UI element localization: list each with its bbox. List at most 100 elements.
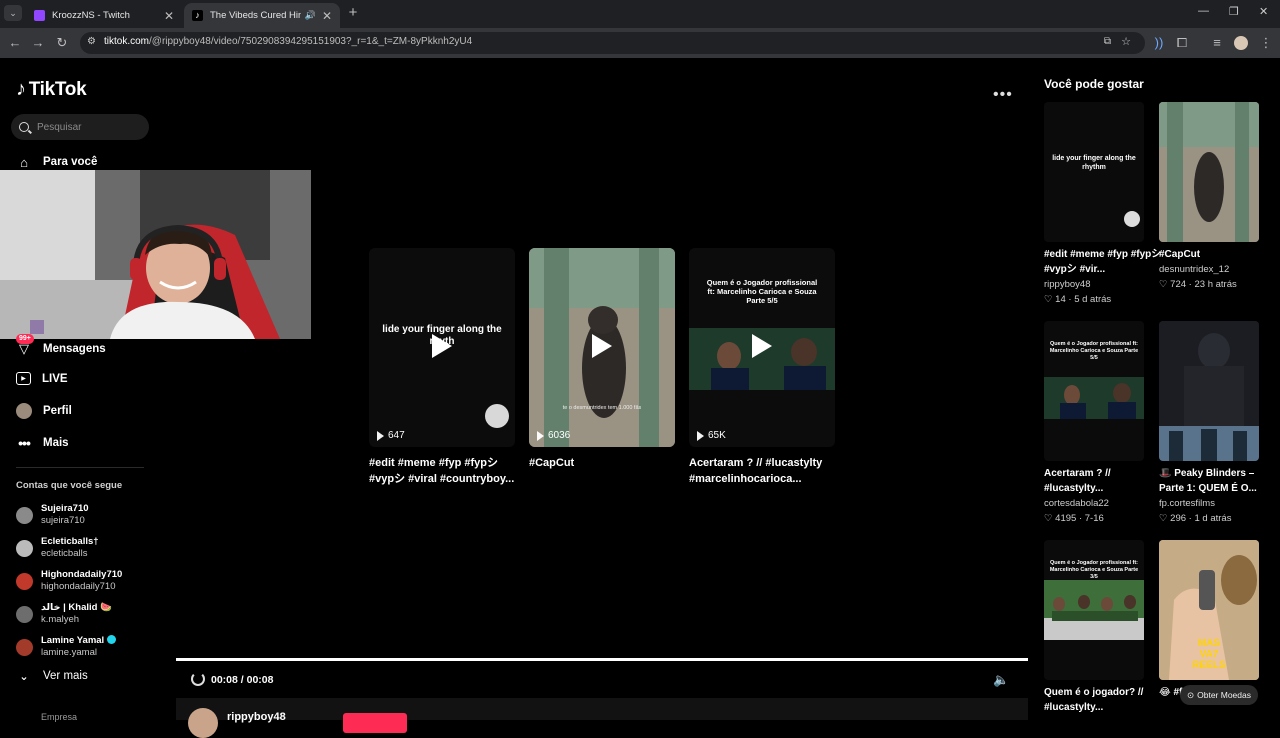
recommended-author: desnuntridex_12 bbox=[1159, 264, 1230, 275]
account-name: خالد | Khalid 🍉 bbox=[41, 602, 112, 613]
recommended-author: fp.cortesfilms bbox=[1159, 498, 1215, 509]
close-window-icon[interactable]: ✕ bbox=[1259, 5, 1268, 18]
video-caption[interactable]: #CapCut bbox=[529, 455, 679, 471]
heart-icon: ♡ bbox=[1044, 294, 1053, 305]
search-placeholder: Pesquisar bbox=[37, 121, 82, 133]
webcam-overlay bbox=[0, 170, 311, 339]
recommended-caption: Quem é o jogador? // #lucastylty... bbox=[1044, 687, 1144, 713]
browser-tab-twitch[interactable]: KroozzNS - Twitch ✕ bbox=[26, 3, 182, 28]
minimize-icon[interactable]: — bbox=[1198, 5, 1209, 17]
twitch-favicon-icon bbox=[34, 10, 45, 21]
install-app-icon[interactable]: ⧉ bbox=[1104, 36, 1111, 47]
nav-item-profile[interactable]: Perfil bbox=[16, 403, 72, 419]
close-tab-icon[interactable]: ✕ bbox=[322, 9, 332, 23]
avatar bbox=[16, 506, 33, 524]
speaker-icon[interactable]: 🔊 bbox=[305, 10, 316, 21]
followed-account[interactable]: Sujeira710 sujeira710 bbox=[16, 503, 89, 527]
get-coins-button[interactable]: ⊙ Obter Moedas bbox=[1180, 685, 1258, 705]
recommended-caption: #edit #meme #fyp #fypシ #vypシ #vir... bbox=[1044, 249, 1162, 275]
video-card[interactable]: te o desmuntridex tem 1.000 fãs 6036 bbox=[529, 248, 675, 447]
avatar bbox=[16, 605, 33, 623]
live-icon: ▶ bbox=[16, 372, 31, 385]
nav-item-live[interactable]: ▶ LIVE bbox=[16, 372, 68, 385]
podcast-thumbnail-image bbox=[1044, 377, 1144, 419]
recommended-video-info[interactable]: #CapCut desnuntridex_12 ♡ 724 · 23 h atr… bbox=[1159, 247, 1277, 292]
verified-badge-icon bbox=[106, 635, 116, 644]
reading-list-icon[interactable]: ≡ bbox=[1208, 34, 1226, 52]
sidebar-divider bbox=[16, 467, 144, 468]
video-time: 00:08 / 00:08 bbox=[211, 674, 274, 686]
nav-item-for-you[interactable]: ⌂ Para você bbox=[16, 154, 97, 170]
back-icon[interactable]: ← bbox=[6, 34, 24, 52]
author-avatar[interactable] bbox=[188, 708, 218, 738]
recommended-video-info[interactable]: #edit #meme #fyp #fypシ #vypシ #vir... rip… bbox=[1044, 247, 1162, 307]
see-more-button[interactable]: ⌄ Ver mais bbox=[16, 668, 87, 684]
new-tab-icon[interactable]: + bbox=[344, 4, 362, 22]
tiktok-logo[interactable]: ♪ TikTok bbox=[16, 78, 87, 101]
extensions-puzzle-icon[interactable]: ⧠ bbox=[1173, 34, 1191, 52]
tab-search-icon[interactable]: ⌄ bbox=[4, 5, 22, 21]
replay-icon[interactable] bbox=[191, 672, 205, 686]
following-section-title: Contas que você segue bbox=[16, 480, 123, 491]
avatar bbox=[16, 638, 33, 656]
recommended-meta: ♡ 4195 · 7-16 bbox=[1044, 513, 1104, 524]
recommended-caption: 🎩 Peaky Blinders – Parte 1: QUEM É O... bbox=[1159, 468, 1257, 494]
footer-label[interactable]: Empresa bbox=[41, 712, 77, 722]
browser-tab-tiktok[interactable]: ♪ The Vibeds Cured Him: A H 🔊 ✕ bbox=[184, 3, 340, 28]
post-age: 1 d atrás bbox=[1194, 513, 1232, 524]
view-count: 6036 bbox=[537, 430, 570, 441]
video-card[interactable]: lide your finger along the rhyth 647 bbox=[369, 248, 515, 447]
browser-menu-icon[interactable]: ⋮ bbox=[1257, 34, 1275, 52]
follow-button[interactable] bbox=[343, 713, 407, 733]
followed-account[interactable]: خالد | Khalid 🍉 k.malyeh bbox=[16, 602, 112, 626]
thumb-overlay-text: Quem é o Jogador profissional ft: Marcel… bbox=[1049, 341, 1139, 361]
forward-icon[interactable]: → bbox=[29, 34, 47, 52]
post-age: 5 d atrás bbox=[1074, 294, 1112, 305]
account-username: lamine.yamal bbox=[41, 647, 97, 658]
logo-text: TikTok bbox=[28, 78, 87, 100]
recommended-video-info[interactable]: Acertaram ? // #lucastylty... cortesdabo… bbox=[1044, 466, 1162, 526]
recommended-video-thumbnail[interactable]: MAS VA7 REELS bbox=[1159, 540, 1259, 680]
bookmark-star-icon[interactable]: ☆ bbox=[1121, 35, 1131, 48]
video-caption[interactable]: #edit #meme #fyp #fypシ #vypシ #viral #cou… bbox=[369, 455, 519, 487]
author-name[interactable]: rippyboy48 bbox=[227, 711, 286, 723]
close-tab-icon[interactable]: ✕ bbox=[164, 9, 174, 23]
followed-account[interactable]: Highondadaily710 highondadaily710 bbox=[16, 569, 122, 593]
url-text[interactable]: tiktok.com/@rippyboy48/video/75029083942… bbox=[104, 36, 472, 47]
account-name: Lamine Yamal bbox=[41, 635, 116, 647]
avatar bbox=[16, 572, 33, 590]
recommended-video-thumbnail[interactable]: lide your finger along the rhythm bbox=[1044, 102, 1144, 242]
nav-item-messages[interactable]: ▽ 99+ Mensagens bbox=[16, 334, 106, 357]
restore-icon[interactable]: ❐ bbox=[1229, 5, 1239, 18]
address-bar[interactable]: ⚙ tiktok.com/@rippyboy48/video/750290839… bbox=[80, 32, 1145, 54]
likes-count: 14 bbox=[1055, 294, 1066, 305]
search-input[interactable]: Pesquisar bbox=[11, 114, 149, 140]
heart-icon: ♡ bbox=[1159, 279, 1168, 290]
recommended-video-info[interactable]: Quem é o jogador? // #lucastylty... bbox=[1044, 685, 1162, 715]
more-icon: ••• bbox=[18, 435, 31, 451]
recommended-video-thumbnail[interactable] bbox=[1159, 321, 1259, 461]
account-username: sujeira710 bbox=[41, 515, 85, 526]
video-caption[interactable]: Acertaram ? // #lucastylty #marcelinhoca… bbox=[689, 455, 839, 487]
likes-count: 296 bbox=[1170, 513, 1187, 524]
browser-tab-bar: ⌄ KroozzNS - Twitch ✕ ♪ The Vibeds Cured… bbox=[0, 0, 1280, 28]
reload-icon[interactable]: ↻ bbox=[53, 34, 71, 52]
site-info-icon[interactable]: ⚙ bbox=[87, 36, 96, 47]
recommended-video-info[interactable]: 🎩 Peaky Blinders – Parte 1: QUEM É O... … bbox=[1159, 466, 1277, 526]
recommended-video-thumbnail[interactable] bbox=[1159, 102, 1259, 242]
profile-avatar-icon[interactable] bbox=[1234, 36, 1248, 50]
extension-icon[interactable]: )) bbox=[1150, 34, 1168, 52]
video-card[interactable]: Quem é o Jogador profissional ft: Marcel… bbox=[689, 248, 835, 447]
nav-item-more[interactable]: ••• Mais bbox=[16, 435, 68, 451]
play-icon bbox=[592, 334, 612, 358]
video-progress-bar[interactable] bbox=[176, 658, 1028, 661]
recommended-video-thumbnail[interactable]: Quem é o Jogador profissional ft: Marcel… bbox=[1044, 321, 1144, 461]
followed-account[interactable]: Ecleticballs† ecleticballs bbox=[16, 536, 99, 560]
followed-account[interactable]: Lamine Yamal lamine.yamal bbox=[16, 635, 116, 659]
recommended-video-thumbnail[interactable]: Quem é o Jogador profissional ft: Marcel… bbox=[1044, 540, 1144, 680]
webcam-image bbox=[0, 170, 311, 339]
nav-label: Para você bbox=[43, 156, 98, 168]
more-options-icon[interactable]: ••• bbox=[993, 86, 1013, 104]
volume-icon[interactable]: 🔈 bbox=[993, 672, 1009, 688]
likes-count: 724 bbox=[1170, 279, 1187, 290]
